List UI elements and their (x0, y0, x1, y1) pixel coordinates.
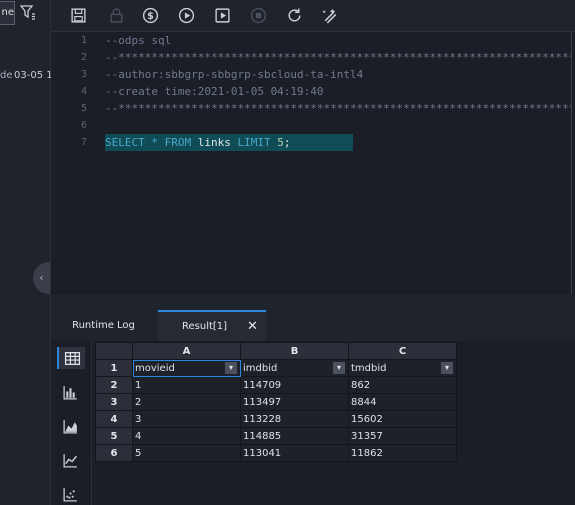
area-chart-icon[interactable] (57, 415, 83, 437)
code-line-comment: --odps sql (105, 34, 172, 47)
scatter-chart-icon[interactable] (57, 483, 83, 505)
field-name: movieid (135, 362, 175, 374)
row-number[interactable]: 6 (95, 444, 133, 462)
row-number[interactable]: 4 (95, 410, 133, 428)
dollar-icon[interactable]: $ (141, 6, 159, 24)
grid-cell[interactable]: 114709 (240, 376, 349, 394)
grid-cell[interactable]: 113228 (240, 410, 349, 428)
grid-cell[interactable]: 1 (132, 376, 241, 394)
grid-cell[interactable]: 31357 (348, 427, 457, 445)
chevron-down-icon[interactable]: ▾ (333, 362, 345, 374)
field-name: imdbid (243, 362, 278, 374)
refresh-icon[interactable] (285, 6, 303, 24)
line-number: 6 (80, 120, 87, 131)
code-line-sql: SELECT * FROM links LIMIT 5; (105, 134, 290, 151)
result-grid: A B C 1 movieid ▾ imdbid ▾ tmdbid ▾ 2 1 114… (95, 342, 457, 462)
table-row: 2 1 114709 862 (95, 376, 457, 394)
grid-cell[interactable]: 8844 (348, 393, 457, 411)
table-row: 6 5 113041 11862 (95, 444, 457, 462)
grid-corner[interactable] (95, 342, 133, 360)
editor-toolbar: $ (51, 0, 575, 32)
sql-keyword: FROM (164, 136, 192, 149)
grid-cell[interactable]: 5 (132, 444, 241, 462)
sql-editor[interactable]: 1 2 3 4 5 6 7 --odps sql --*************… (51, 32, 575, 294)
field-header-cell[interactable]: movieid ▾ (132, 359, 241, 377)
result-view-rail (51, 341, 92, 505)
row-number[interactable]: 1 (95, 359, 133, 377)
line-number: 3 (80, 69, 87, 80)
format-icon[interactable] (321, 6, 339, 24)
row-number[interactable]: 5 (95, 427, 133, 445)
row-number[interactable]: 2 (95, 376, 133, 394)
grid-cell[interactable]: 4 (132, 427, 241, 445)
table-view-icon[interactable] (57, 347, 85, 369)
grid-cell[interactable]: 114885 (240, 427, 349, 445)
grid-cell[interactable]: 2 (132, 393, 241, 411)
grid-cell[interactable]: 15602 (348, 410, 457, 428)
bar-chart-icon[interactable] (57, 381, 83, 403)
column-header[interactable]: B (240, 342, 349, 360)
run-advanced-icon[interactable] (213, 6, 231, 24)
table-row: 3 2 113497 8844 (95, 393, 457, 411)
close-icon[interactable]: ✕ (247, 312, 258, 341)
line-chart-icon[interactable] (57, 449, 83, 471)
table-row: 5 4 114885 31357 (95, 427, 457, 445)
lock-icon[interactable] (107, 6, 125, 24)
tab-result[interactable]: Result[1] ✕ (158, 310, 266, 341)
grid-cell[interactable]: 3 (132, 410, 241, 428)
name-filter-input[interactable]: ne (0, 1, 15, 25)
grid-cell[interactable]: 862 (348, 376, 457, 394)
sql-number: 5 (270, 136, 284, 149)
code-line-comment: --create time:2021-01-05 04:19:40 (105, 85, 324, 98)
sql-star: * (144, 136, 165, 149)
code-line-comment: --**************************************… (105, 102, 571, 115)
sidebar-item-date: 03-05 1 (14, 70, 53, 81)
svg-text:$: $ (147, 11, 154, 22)
line-number: 1 (80, 35, 87, 46)
sql-semicolon: ; (283, 136, 291, 149)
row-number[interactable]: 3 (95, 393, 133, 411)
grid-cell[interactable]: 113041 (240, 444, 349, 462)
save-icon[interactable] (69, 6, 87, 24)
column-header[interactable]: A (132, 342, 241, 360)
code-line-comment: --author:sbbgrp-sbbgrp-sbcloud-ta-intl4 (105, 68, 364, 81)
editor-margin-rule (571, 32, 572, 294)
code-line-comment: --**************************************… (105, 51, 571, 64)
grid-cell[interactable]: 113497 (240, 393, 349, 411)
grid-cell[interactable]: 11862 (348, 444, 457, 462)
field-header-cell[interactable]: imdbid ▾ (240, 359, 349, 377)
chevron-down-icon[interactable]: ▾ (225, 362, 237, 374)
result-tabs: Runtime Log Result[1] ✕ (51, 310, 575, 341)
tab-runtime-log[interactable]: Runtime Log (51, 310, 156, 341)
line-number: 2 (80, 52, 87, 63)
chevron-down-icon[interactable]: ▾ (441, 362, 453, 374)
line-number: 5 (80, 103, 87, 114)
editor-footer (51, 294, 575, 310)
stop-icon[interactable] (249, 6, 267, 24)
sql-keyword: LIMIT (237, 136, 271, 149)
field-name: tmdbid (351, 362, 387, 374)
line-number: 7 (80, 137, 87, 148)
sidebar-item-text[interactable]: de (0, 70, 13, 81)
tab-result-label: Result[1] (182, 321, 228, 332)
line-number: 4 (80, 86, 87, 97)
run-icon[interactable] (177, 6, 195, 24)
field-header-cell[interactable]: tmdbid ▾ (348, 359, 457, 377)
filter-icon[interactable] (19, 4, 36, 20)
table-row: 4 3 113228 15602 (95, 410, 457, 428)
sql-table-name: links (191, 136, 238, 149)
column-header[interactable]: C (348, 342, 457, 360)
sql-keyword: SELECT (105, 136, 145, 149)
